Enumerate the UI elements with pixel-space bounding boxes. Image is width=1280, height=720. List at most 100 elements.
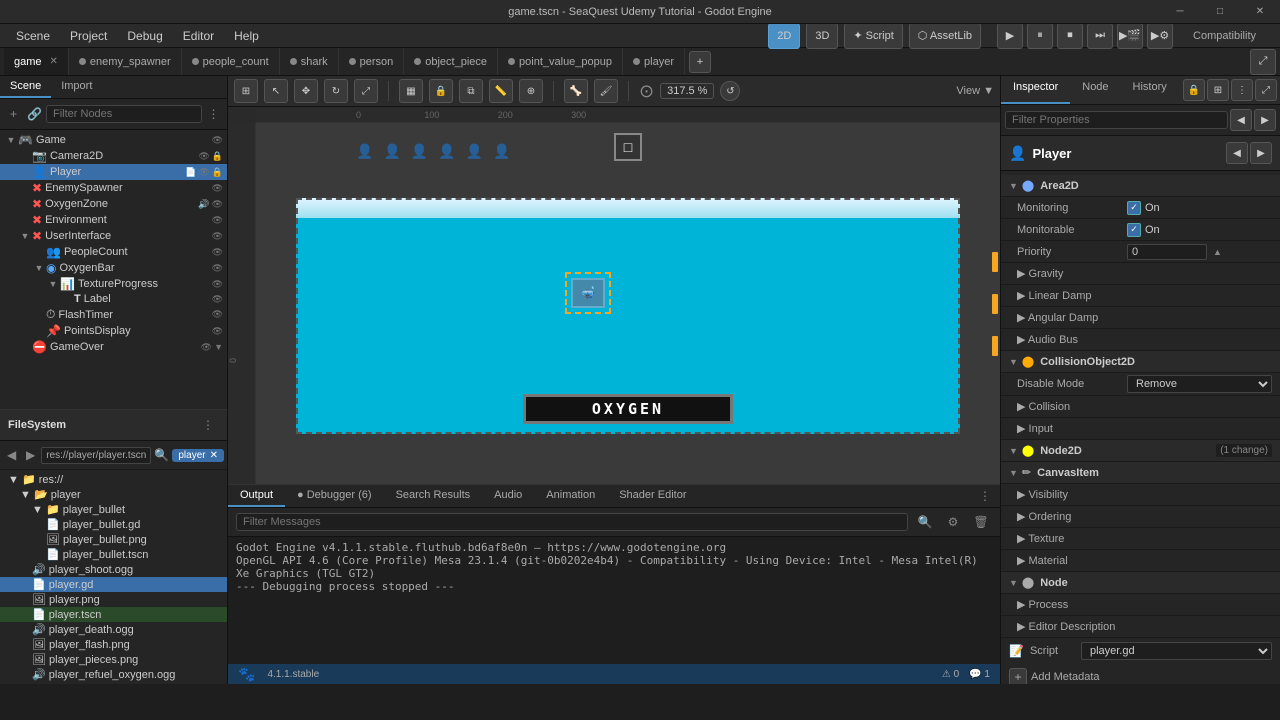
fs-item-player-png[interactable]: 🖼 player.png [0,592,227,607]
fs-item-player-shoot-ogg[interactable]: 🔊 player_shoot.ogg [0,562,227,577]
tab-enemy-spawner[interactable]: enemy_spawner [69,48,182,76]
fs-search-button[interactable]: 🔍 [153,444,170,466]
zoom-reset-btn[interactable]: ↺ [720,81,740,101]
viewport-content[interactable]: 0 100 200 300 0 👤 👤 👤 [228,107,1000,484]
group-button[interactable]: ⧉ [459,79,483,103]
add-metadata-button[interactable]: + [1009,668,1027,684]
section-area2d[interactable]: ▼ ⬤ Area2D [1001,175,1280,197]
tree-item-peoplecount[interactable]: 👥 PeopleCount 👁 [0,244,227,260]
tree-item-oxygenbar[interactable]: ▼ ◉ OxygenBar 👁 [0,260,227,276]
rotate-mode-button[interactable]: ↻ [324,79,348,103]
stop-button[interactable]: ⏹ [1057,23,1083,49]
prop-process[interactable]: ▶ Process [1001,594,1280,616]
disable-mode-select[interactable]: Remove [1127,375,1272,393]
step-button[interactable]: ⏭ [1087,23,1113,49]
menu-help[interactable]: Help [226,27,267,45]
fs-item-res[interactable]: ▼ 📁 res:// [0,472,227,487]
prop-visibility[interactable]: ▶ Visibility [1001,484,1280,506]
fs-item-player-folder[interactable]: ▼ 📂 player [0,487,227,502]
fs-item-player-bullet-gd[interactable]: 📄 player_bullet.gd [0,517,227,532]
scene-options-button[interactable]: ⋮ [204,103,223,125]
tab-player[interactable]: player [623,48,685,76]
section-node[interactable]: ▼ ⬤ Node [1001,572,1280,594]
instance-scene-button[interactable]: 🔗 [25,103,44,125]
select-mode-button[interactable]: ↖ [264,79,288,103]
prop-gravity[interactable]: ▶ Gravity [1001,263,1280,285]
tab-person[interactable]: person [339,48,405,76]
tab-debugger[interactable]: ● Debugger (6) [285,485,384,507]
menu-project[interactable]: Project [62,27,115,45]
tab-object-piece[interactable]: object_piece [404,48,498,76]
fs-item-player-tscn[interactable]: 📄 player.tscn [0,607,227,622]
view-menu[interactable]: View ▼ [956,85,994,97]
section-canvasitem[interactable]: ▼ ✏ CanvasItem [1001,462,1280,484]
tab-game-close[interactable]: ✕ [50,56,58,67]
mode-2d-button[interactable]: 2D [768,23,800,49]
tree-item-player[interactable]: 👤 Player 📄 👁 🔒 [0,164,227,180]
fs-forward-button[interactable]: ▶ [22,444,39,466]
history-tab[interactable]: History [1121,76,1179,104]
minimize-button[interactable]: ─ [1160,0,1200,24]
scene-tab[interactable]: Scene [0,76,51,98]
fs-item-player-gd[interactable]: 📄 player.gd [0,577,227,592]
scale-mode-button[interactable]: ⤢ [354,79,378,103]
tab-point-value-popup[interactable]: point_value_popup [498,48,623,76]
prop-ordering[interactable]: ▶ Ordering [1001,506,1280,528]
prop-texture[interactable]: ▶ Texture [1001,528,1280,550]
script-select[interactable]: player.gd [1081,642,1272,660]
inspector-lock-button[interactable]: 🔒 [1183,79,1205,101]
move-mode-button[interactable]: ✥ [294,79,318,103]
ruler-button[interactable]: 📏 [489,79,513,103]
inspector-expand-button[interactable]: ⤢ [1255,79,1277,101]
inspector-prev-button[interactable]: ◀ [1230,109,1252,131]
node-tab[interactable]: Node [1070,76,1120,104]
fs-filter-close[interactable]: ✕ [210,450,218,461]
tree-arrow-game[interactable]: ▼ [4,135,18,145]
snap-button[interactable]: ⊞ [234,79,258,103]
tree-item-camera2d[interactable]: 📷 Camera2D 👁 🔒 [0,148,227,164]
tab-shark[interactable]: shark [280,48,339,76]
inspector-next-button[interactable]: ▶ [1254,109,1276,131]
tab-audio[interactable]: Audio [482,485,534,507]
play-button[interactable]: ▶ [997,23,1023,49]
maximize-viewport-button[interactable]: ⤢ [1250,49,1276,75]
tab-game[interactable]: game ✕ [4,48,69,76]
inspector-more-button[interactable]: ⋮ [1231,79,1253,101]
fs-options-button[interactable]: ⋮ [197,414,219,436]
bone-button[interactable]: 🦴 [564,79,588,103]
assetlib-button[interactable]: ⬡ AssetLib [909,23,981,49]
tab-animation[interactable]: Animation [534,485,607,507]
tree-item-game[interactable]: ▼ 🎮 Game 👁 [0,132,227,148]
fs-item-player-flash-png[interactable]: 🖼 player_flash.png [0,637,227,652]
tree-item-environment[interactable]: ✖ Environment 👁 [0,212,227,228]
play-custom-button[interactable]: ▶⚙ [1147,23,1173,49]
menu-scene[interactable]: Scene [8,27,58,45]
fs-back-button[interactable]: ◀ [3,444,20,466]
filter-search-button[interactable]: 🔍 [914,511,936,533]
fs-item-player-death-ogg[interactable]: 🔊 player_death.ogg [0,622,227,637]
node-next-button[interactable]: ▶ [1250,142,1272,164]
grid-button[interactable]: ▦ [399,79,423,103]
mode-3d-button[interactable]: 3D [806,23,838,49]
prop-material[interactable]: ▶ Material [1001,550,1280,572]
add-node-button[interactable]: + [4,103,23,125]
tab-output[interactable]: Output [228,485,285,507]
fs-item-player-bullet-png[interactable]: 🖼 player_bullet.png [0,532,227,547]
tab-people-count[interactable]: people_count [182,48,280,76]
tree-item-pointsdisplay[interactable]: 📌 PointsDisplay 👁 [0,323,227,339]
section-node2d[interactable]: ▼ ⬤ Node2D (1 change) [1001,440,1280,462]
window-controls[interactable]: ─ □ ✕ [1160,0,1280,24]
pivot-button[interactable]: ⊕ [519,79,543,103]
tree-item-userinterface[interactable]: ▼ ✖ UserInterface 👁 [0,228,227,244]
tree-item-oxygenzone[interactable]: ✖ OxygenZone 🔊 👁 [0,196,227,212]
paint-button[interactable]: 🖌 [594,79,618,103]
prop-angular-damp[interactable]: ▶ Angular Damp [1001,307,1280,329]
monitorable-checkbox[interactable]: ✓ [1127,223,1141,237]
prop-collision[interactable]: ▶ Collision [1001,396,1280,418]
section-collisionobject2d[interactable]: ▼ ⬤ CollisionObject2D [1001,351,1280,373]
priority-input[interactable] [1127,244,1207,260]
add-metadata-label[interactable]: Add Metadata [1031,671,1100,683]
prop-input[interactable]: ▶ Input [1001,418,1280,440]
import-tab[interactable]: Import [51,76,102,98]
prop-editor-description[interactable]: ▶ Editor Description [1001,616,1280,638]
